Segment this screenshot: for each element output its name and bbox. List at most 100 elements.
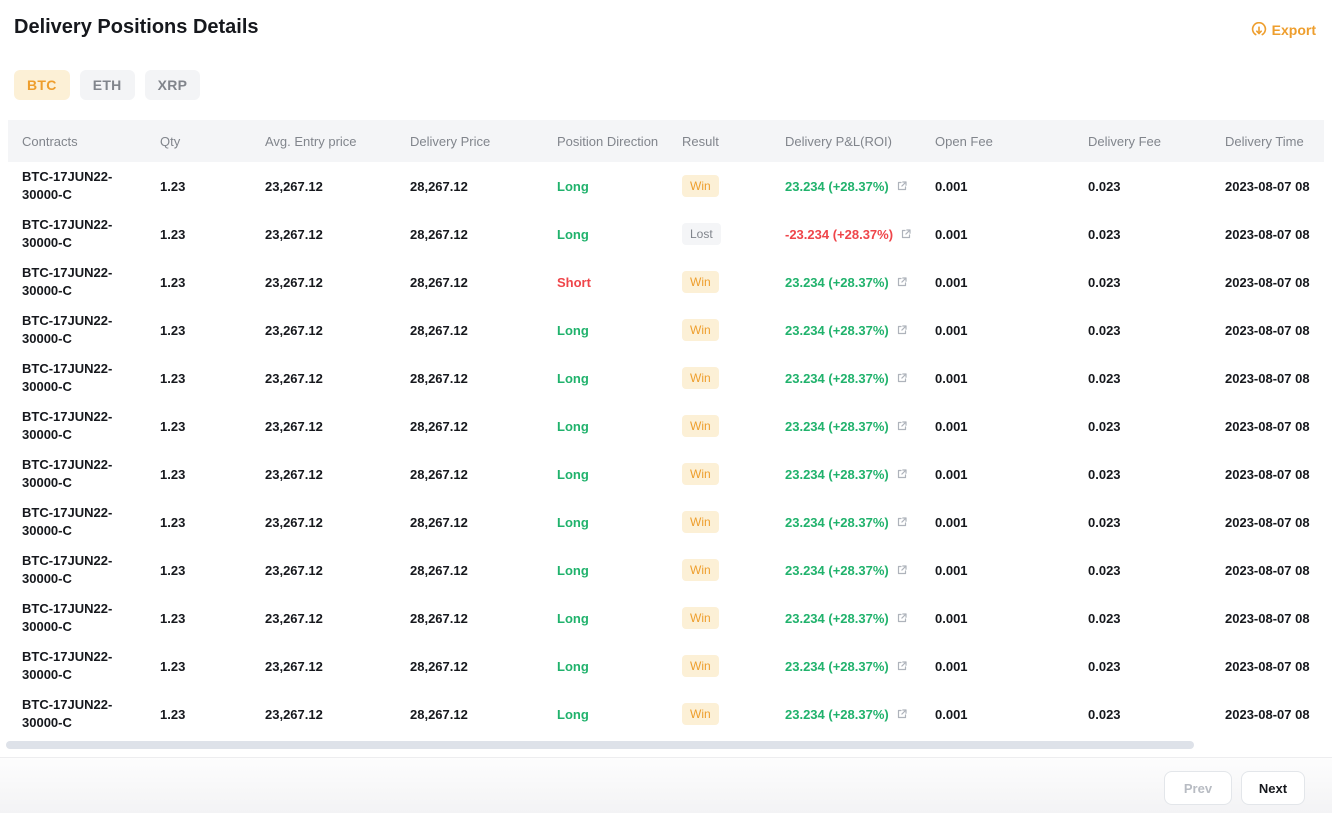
contract-name-line1: BTC-17JUN22- (22, 360, 160, 378)
contract-name-line2: 30000-C (22, 618, 160, 636)
position-direction-cell: Long (557, 323, 682, 338)
table-header-row: Contracts Qty Avg. Entry price Delivery … (8, 120, 1324, 162)
open-fee-cell: 0.001 (935, 419, 1088, 434)
col-header-open-fee: Open Fee (935, 134, 1088, 149)
qty-cell: 1.23 (160, 275, 265, 290)
pnl-value: 23.234 (+28.37%) (785, 467, 889, 482)
prev-page-button[interactable]: Prev (1164, 771, 1232, 805)
avg-entry-price-cell: 23,267.12 (265, 419, 410, 434)
coin-tabs: BTC ETH XRP (14, 70, 200, 100)
tab-btc[interactable]: BTC (14, 70, 70, 100)
qty-cell: 1.23 (160, 563, 265, 578)
contract-cell: BTC-17JUN22- 30000-C (22, 168, 160, 204)
result-cell: Win (682, 175, 785, 197)
col-header-delivery-pnl-roi: Delivery P&L(ROI) (785, 134, 935, 149)
qty-cell: 1.23 (160, 323, 265, 338)
result-badge: Win (682, 703, 719, 725)
external-link-icon[interactable] (896, 276, 908, 288)
delivery-time-cell: 2023-08-07 08 (1225, 515, 1324, 530)
result-badge: Win (682, 175, 719, 197)
download-circle-icon (1251, 22, 1267, 38)
contract-name-line1: BTC-17JUN22- (22, 504, 160, 522)
delivery-time-cell: 2023-08-07 08 (1225, 275, 1324, 290)
delivery-price-cell: 28,267.12 (410, 563, 557, 578)
position-direction-cell: Long (557, 515, 682, 530)
delivery-price-cell: 28,267.12 (410, 611, 557, 626)
delivery-fee-cell: 0.023 (1088, 179, 1225, 194)
external-link-icon[interactable] (896, 468, 908, 480)
external-link-icon[interactable] (896, 324, 908, 336)
external-link-icon[interactable] (896, 660, 908, 672)
delivery-fee-cell: 0.023 (1088, 707, 1225, 722)
contract-name-line1: BTC-17JUN22- (22, 264, 160, 282)
result-badge: Win (682, 511, 719, 533)
table-row: BTC-17JUN22- 30000-C 1.23 23,267.12 28,2… (8, 210, 1324, 258)
contract-name-line2: 30000-C (22, 234, 160, 252)
export-label: Export (1272, 22, 1316, 38)
pnl-value: 23.234 (+28.37%) (785, 275, 889, 290)
external-link-icon[interactable] (900, 228, 912, 240)
result-cell: Win (682, 463, 785, 485)
footer-bar: Prev Next (0, 757, 1332, 813)
delivery-fee-cell: 0.023 (1088, 275, 1225, 290)
result-badge: Win (682, 607, 719, 629)
delivery-pnl-cell: -23.234 (+28.37%) (785, 227, 935, 242)
delivery-pnl-cell: 23.234 (+28.37%) (785, 179, 935, 194)
contract-name-line1: BTC-17JUN22- (22, 408, 160, 426)
open-fee-cell: 0.001 (935, 179, 1088, 194)
external-link-icon[interactable] (896, 708, 908, 720)
delivery-time-cell: 2023-08-07 08 (1225, 227, 1324, 242)
position-direction-cell: Long (557, 371, 682, 386)
avg-entry-price-cell: 23,267.12 (265, 275, 410, 290)
avg-entry-price-cell: 23,267.12 (265, 563, 410, 578)
col-header-result: Result (682, 134, 785, 149)
col-header-delivery-fee: Delivery Fee (1088, 134, 1225, 149)
delivery-time-cell: 2023-08-07 08 (1225, 707, 1324, 722)
export-button[interactable]: Export (1251, 22, 1316, 38)
delivery-time-cell: 2023-08-07 08 (1225, 467, 1324, 482)
open-fee-cell: 0.001 (935, 275, 1088, 290)
external-link-icon[interactable] (896, 420, 908, 432)
result-cell: Win (682, 607, 785, 629)
next-page-button[interactable]: Next (1241, 771, 1305, 805)
external-link-icon[interactable] (896, 180, 908, 192)
delivery-fee-cell: 0.023 (1088, 515, 1225, 530)
delivery-time-cell: 2023-08-07 08 (1225, 563, 1324, 578)
qty-cell: 1.23 (160, 659, 265, 674)
col-header-avg-entry-price: Avg. Entry price (265, 134, 410, 149)
qty-cell: 1.23 (160, 179, 265, 194)
contract-name-line2: 30000-C (22, 186, 160, 204)
contract-cell: BTC-17JUN22- 30000-C (22, 696, 160, 732)
contract-cell: BTC-17JUN22- 30000-C (22, 264, 160, 300)
pnl-value: 23.234 (+28.37%) (785, 707, 889, 722)
external-link-icon[interactable] (896, 612, 908, 624)
position-direction-cell: Short (557, 275, 682, 290)
delivery-fee-cell: 0.023 (1088, 467, 1225, 482)
result-cell: Lost (682, 223, 785, 245)
avg-entry-price-cell: 23,267.12 (265, 515, 410, 530)
open-fee-cell: 0.001 (935, 323, 1088, 338)
contract-cell: BTC-17JUN22- 30000-C (22, 504, 160, 540)
delivery-time-cell: 2023-08-07 08 (1225, 419, 1324, 434)
delivery-price-cell: 28,267.12 (410, 707, 557, 722)
result-badge: Win (682, 415, 719, 437)
avg-entry-price-cell: 23,267.12 (265, 323, 410, 338)
external-link-icon[interactable] (896, 372, 908, 384)
delivery-fee-cell: 0.023 (1088, 323, 1225, 338)
contract-cell: BTC-17JUN22- 30000-C (22, 360, 160, 396)
external-link-icon[interactable] (896, 516, 908, 528)
contract-name-line2: 30000-C (22, 474, 160, 492)
delivery-price-cell: 28,267.12 (410, 323, 557, 338)
result-badge: Win (682, 463, 719, 485)
contract-name-line2: 30000-C (22, 426, 160, 444)
external-link-icon[interactable] (896, 564, 908, 576)
table-row: BTC-17JUN22- 30000-C 1.23 23,267.12 28,2… (8, 690, 1324, 738)
qty-cell: 1.23 (160, 707, 265, 722)
pnl-value: -23.234 (+28.37%) (785, 227, 893, 242)
horizontal-scrollbar-thumb[interactable] (6, 741, 1194, 749)
tab-xrp[interactable]: XRP (145, 70, 201, 100)
contract-cell: BTC-17JUN22- 30000-C (22, 648, 160, 684)
tab-eth[interactable]: ETH (80, 70, 135, 100)
qty-cell: 1.23 (160, 227, 265, 242)
delivery-price-cell: 28,267.12 (410, 467, 557, 482)
